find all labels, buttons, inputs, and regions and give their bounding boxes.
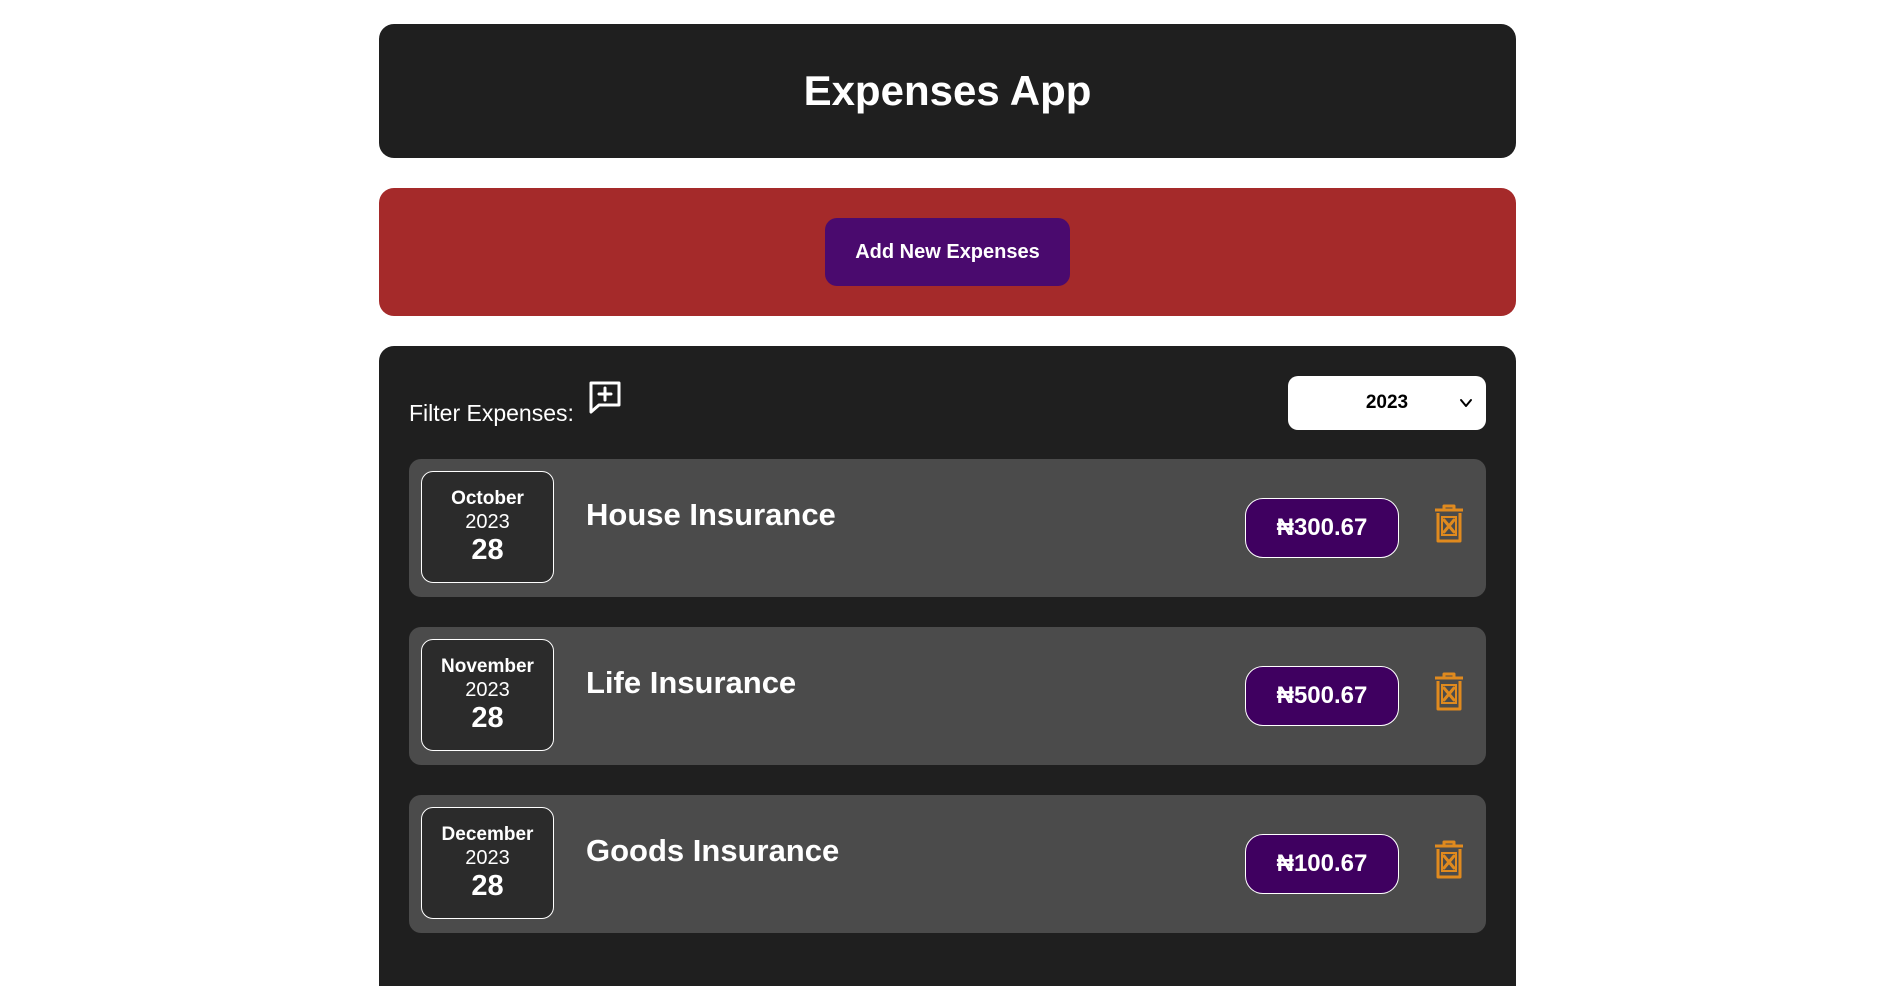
expense-date-year: 2023 [465,847,510,869]
delete-icon[interactable] [1432,671,1466,713]
add-new-expenses-button[interactable]: Add New Expenses [825,218,1070,286]
expense-item: October 2023 28 House Insurance ₦300.67 [409,459,1486,597]
add-expense-panel: Add New Expenses [379,188,1516,316]
expenses-list-panel: Filter Expenses: 2023 October 2023 28 Ho… [379,346,1516,986]
expense-amount: ₦300.67 [1245,498,1399,558]
app-header: Expenses App [379,24,1516,158]
expense-date-day: 28 [471,534,504,566]
filter-label: Filter Expenses: [409,400,574,426]
expense-item: November 2023 28 Life Insurance ₦500.67 [409,627,1486,765]
chevron-down-icon [1460,399,1472,407]
expense-date-year: 2023 [465,679,510,701]
add-comment-icon[interactable] [587,379,623,415]
expense-amount: ₦100.67 [1245,834,1399,894]
expense-date-day: 28 [471,702,504,734]
year-select-value: 2023 [1365,392,1409,413]
expense-date: October 2023 28 [421,471,554,583]
delete-icon[interactable] [1432,839,1466,881]
expense-item: December 2023 28 Goods Insurance ₦100.67 [409,795,1486,933]
expense-title: Life Insurance [586,665,797,700]
expense-date: December 2023 28 [421,807,554,919]
expense-date-month: December [441,824,534,845]
expense-title: Goods Insurance [586,833,840,868]
app-container: Expenses App Add New Expenses Filter Exp… [379,24,1516,986]
app-title: Expenses App [803,67,1092,114]
expense-date-year: 2023 [465,511,510,533]
delete-icon[interactable] [1432,503,1466,545]
filter-row: Filter Expenses: 2023 [409,376,1486,430]
expense-title: House Insurance [586,497,836,532]
expense-date-day: 28 [471,870,504,902]
expense-amount: ₦500.67 [1245,666,1399,726]
expense-date: November 2023 28 [421,639,554,751]
expense-date-month: October [451,488,524,509]
year-select[interactable]: 2023 [1288,376,1486,430]
expense-date-month: November [441,656,534,677]
